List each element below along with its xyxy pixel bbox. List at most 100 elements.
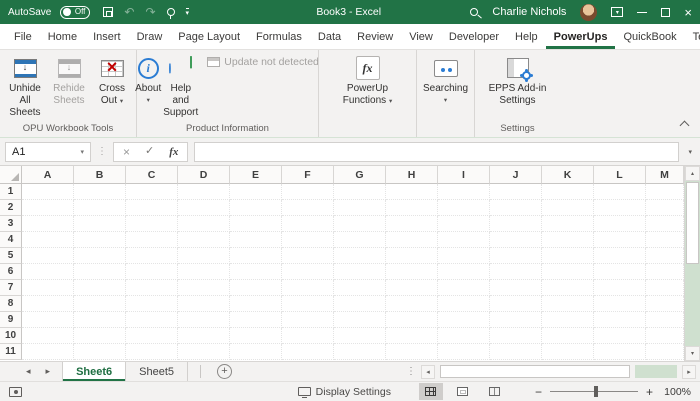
cell[interactable]: [22, 200, 74, 216]
cell[interactable]: [178, 280, 230, 296]
tab-quickbook[interactable]: QuickBook: [615, 24, 684, 49]
cell[interactable]: [646, 280, 684, 296]
cell[interactable]: [22, 280, 74, 296]
close-button[interactable]: ×: [684, 6, 692, 19]
cell[interactable]: [334, 184, 386, 200]
row-header-9[interactable]: 9: [0, 312, 22, 328]
tab-draw[interactable]: Draw: [129, 24, 171, 49]
column-header-c[interactable]: C: [126, 166, 178, 184]
cell[interactable]: [542, 200, 594, 216]
cell[interactable]: [230, 232, 282, 248]
zoom-in-button[interactable]: +: [646, 386, 653, 398]
cell[interactable]: [230, 312, 282, 328]
cell[interactable]: [646, 328, 684, 344]
autosave-toggle[interactable]: Off: [60, 5, 91, 19]
cell[interactable]: [490, 216, 542, 232]
cell[interactable]: [126, 328, 178, 344]
scroll-left-icon[interactable]: ◂: [421, 364, 435, 379]
tab-powerups[interactable]: PowerUps: [546, 24, 616, 49]
vertical-scrollbar-thumb[interactable]: [686, 182, 699, 264]
cell[interactable]: [646, 296, 684, 312]
restore-button[interactable]: [661, 7, 671, 17]
customize-qat-icon[interactable]: ▾: [185, 7, 190, 17]
minimize-button[interactable]: [637, 11, 648, 13]
cell[interactable]: [490, 280, 542, 296]
cell[interactable]: [178, 344, 230, 360]
scroll-down-icon[interactable]: ▾: [685, 346, 700, 361]
vertical-scrollbar[interactable]: ▴ ▾: [684, 166, 700, 361]
cell[interactable]: [22, 344, 74, 360]
cell[interactable]: [542, 328, 594, 344]
cell[interactable]: [594, 248, 646, 264]
cell[interactable]: [438, 312, 490, 328]
cell[interactable]: [74, 232, 126, 248]
cell[interactable]: [282, 296, 334, 312]
cell[interactable]: [646, 344, 684, 360]
cell[interactable]: [334, 312, 386, 328]
cross-out-button[interactable]: Cross Out ▾: [90, 53, 134, 110]
vertical-scrollbar-track[interactable]: [685, 265, 700, 346]
cell[interactable]: [22, 248, 74, 264]
cell[interactable]: [126, 296, 178, 312]
cell[interactable]: [542, 296, 594, 312]
cell[interactable]: [178, 232, 230, 248]
cell[interactable]: [230, 328, 282, 344]
cell[interactable]: [22, 216, 74, 232]
help-and-support-button[interactable]: Help and Support: [162, 53, 199, 122]
column-header-m[interactable]: M: [646, 166, 684, 184]
column-header-h[interactable]: H: [386, 166, 438, 184]
cell[interactable]: [178, 264, 230, 280]
row-header-7[interactable]: 7: [0, 280, 22, 296]
tab-team[interactable]: Team: [685, 24, 700, 49]
enter-button[interactable]: ✓: [145, 146, 154, 157]
cell[interactable]: [594, 200, 646, 216]
insert-function-button[interactable]: fx: [169, 146, 178, 158]
cell[interactable]: [22, 328, 74, 344]
cell[interactable]: [542, 264, 594, 280]
column-header-e[interactable]: E: [230, 166, 282, 184]
row-header-8[interactable]: 8: [0, 296, 22, 312]
cell[interactable]: [230, 248, 282, 264]
cell[interactable]: [282, 248, 334, 264]
tab-home[interactable]: Home: [40, 24, 85, 49]
collapse-ribbon-icon[interactable]: [679, 120, 690, 131]
previous-sheet-icon[interactable]: ◂: [26, 366, 31, 377]
scrollbar-resize-handle[interactable]: ⋮: [406, 366, 416, 377]
cell[interactable]: [438, 184, 490, 200]
new-sheet-button[interactable]: +: [217, 364, 233, 379]
tab-page-layout[interactable]: Page Layout: [170, 24, 248, 49]
cell[interactable]: [386, 264, 438, 280]
cell[interactable]: [126, 344, 178, 360]
cell[interactable]: [282, 344, 334, 360]
cell[interactable]: [594, 216, 646, 232]
zoom-slider[interactable]: [549, 386, 638, 397]
cell[interactable]: [178, 216, 230, 232]
cell[interactable]: [646, 264, 684, 280]
tab-file[interactable]: File: [6, 24, 40, 49]
cell[interactable]: [282, 280, 334, 296]
cell[interactable]: [646, 232, 684, 248]
cell[interactable]: [282, 232, 334, 248]
cell[interactable]: [22, 264, 74, 280]
cell[interactable]: [74, 184, 126, 200]
save-icon[interactable]: [103, 7, 114, 17]
cell[interactable]: [386, 248, 438, 264]
ribbon-display-options-icon[interactable]: ▾: [611, 7, 624, 17]
cell[interactable]: [74, 216, 126, 232]
page-layout-view-button[interactable]: [451, 383, 475, 400]
cell[interactable]: [230, 264, 282, 280]
cell[interactable]: [490, 184, 542, 200]
rehide-sheets-button[interactable]: Rehide Sheets: [48, 53, 90, 110]
scroll-right-icon[interactable]: ▸: [682, 364, 696, 379]
cell[interactable]: [178, 328, 230, 344]
cell[interactable]: [74, 200, 126, 216]
name-box-dropdown-icon[interactable]: ▾: [80, 148, 84, 156]
cell[interactable]: [542, 184, 594, 200]
name-box[interactable]: A1 ▾: [5, 141, 91, 162]
cell[interactable]: [126, 200, 178, 216]
cell[interactable]: [178, 296, 230, 312]
tab-formulas[interactable]: Formulas: [248, 24, 310, 49]
expand-formula-bar-icon[interactable]: ▾: [685, 148, 695, 156]
column-header-i[interactable]: I: [438, 166, 490, 184]
cell[interactable]: [334, 296, 386, 312]
